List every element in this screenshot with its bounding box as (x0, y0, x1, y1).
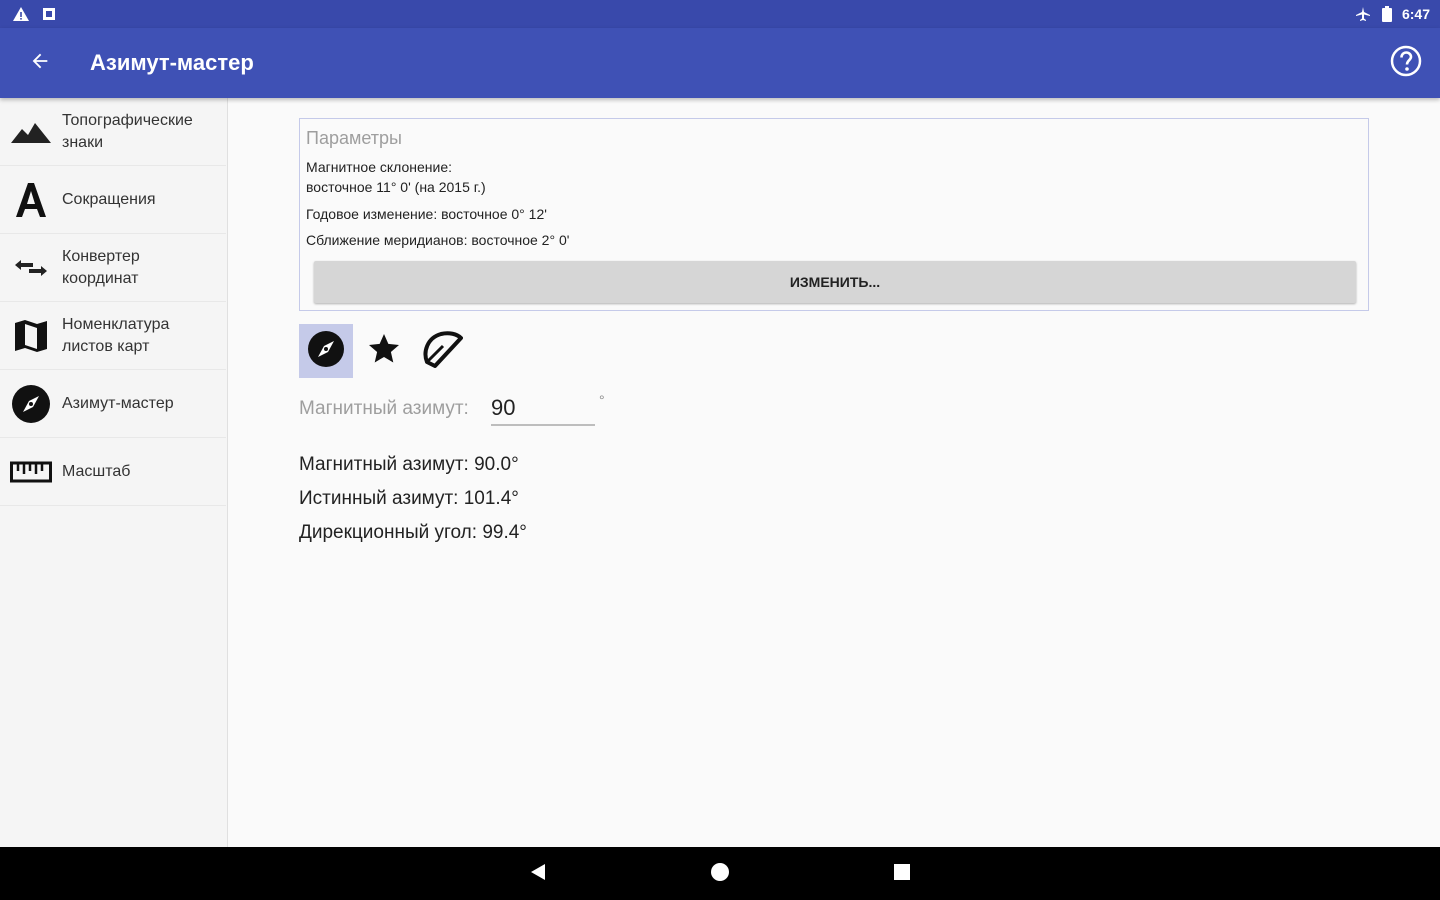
arrow-back-icon (29, 50, 51, 77)
notification-icon (40, 5, 58, 23)
sidebar-item-scale[interactable]: Масштаб (0, 438, 226, 506)
recents-square-icon (893, 863, 911, 886)
sidebar-item-label: Топографические знаки (62, 111, 193, 151)
sidebar-item-label: Масштаб (62, 462, 131, 480)
clock: 6:47 (1401, 6, 1430, 22)
magnetic-azimuth-input[interactable] (491, 392, 595, 426)
annual-change: Годовое изменение: восточное 0° 12' (306, 206, 547, 222)
sidebar-item-coordinate-converter[interactable]: Конвертер координат (0, 234, 226, 302)
main-content: Параметры Магнитное склонение: восточное… (229, 98, 1440, 847)
azimuth-input-row: Магнитный азимут: ° (299, 390, 629, 430)
meridian-convergence: Сближение меридианов: восточное 2° 0' (306, 232, 570, 248)
magnetic-declination-label: Магнитное склонение: (306, 159, 453, 175)
help-button[interactable] (1388, 45, 1424, 81)
protractor-icon (421, 328, 463, 375)
warning-icon (12, 5, 30, 23)
sidebar-item-abbreviations[interactable]: Сокращения (0, 166, 226, 234)
compass-icon (0, 384, 62, 423)
result-magnetic-azimuth: Магнитный азимут: 90.0° (299, 454, 519, 475)
back-button[interactable] (22, 45, 58, 81)
page-title: Азимут-мастер (90, 50, 254, 75)
mode-star-button[interactable] (357, 324, 411, 378)
mode-selector (299, 324, 473, 378)
map-icon (0, 319, 62, 353)
status-bar: 6:47 (0, 0, 1440, 28)
compass-icon (307, 330, 345, 373)
result-grid-angle: Дирекционный угол: 99.4° (299, 522, 527, 543)
airplane-mode-icon (1354, 5, 1372, 23)
mountain-icon (0, 121, 62, 143)
parameters-panel: Параметры Магнитное склонение: восточное… (299, 118, 1369, 311)
mode-protractor-button[interactable] (415, 324, 469, 378)
home-circle-icon (710, 862, 730, 887)
letter-a-icon (0, 182, 62, 218)
sidebar-item-label: Номенклатура листов карт (62, 315, 170, 355)
parameters-title: Параметры (306, 128, 402, 148)
ruler-icon (0, 461, 62, 483)
sidebar-item-map-sheets[interactable]: Номенклатура листов карт (0, 302, 226, 370)
change-button[interactable]: ИЗМЕНИТЬ... (314, 261, 1356, 303)
system-navigation-bar (0, 847, 1440, 900)
nav-back-button[interactable] (525, 861, 551, 887)
nav-home-button[interactable] (707, 861, 733, 887)
magnetic-declination-value: восточное 11° 0' (на 2015 г.) (306, 179, 486, 195)
azimuth-input-label: Магнитный азимут: (299, 398, 469, 419)
back-triangle-icon (528, 862, 548, 887)
sidebar-item-label: Азимут-мастер (62, 394, 174, 412)
result-true-azimuth: Истинный азимут: 101.4° (299, 488, 519, 509)
sidebar-item-label: Сокращения (62, 190, 156, 208)
star-icon (366, 331, 402, 372)
navigation-drawer: Топографические знаки Сокращения Конверт… (0, 98, 228, 847)
sidebar-item-azimuth-master[interactable]: Азимут-мастер (0, 370, 226, 438)
help-circle-icon (1389, 44, 1423, 83)
mode-compass-button[interactable] (299, 324, 353, 378)
sidebar-item-label: Конвертер координат (62, 247, 140, 287)
app-bar: Азимут-мастер (0, 28, 1440, 98)
swap-arrows-icon (0, 256, 62, 280)
nav-recents-button[interactable] (889, 861, 915, 887)
degree-unit: ° (599, 392, 605, 408)
battery-icon (1378, 5, 1396, 23)
sidebar-item-topographic-signs[interactable]: Топографические знаки (0, 98, 226, 166)
